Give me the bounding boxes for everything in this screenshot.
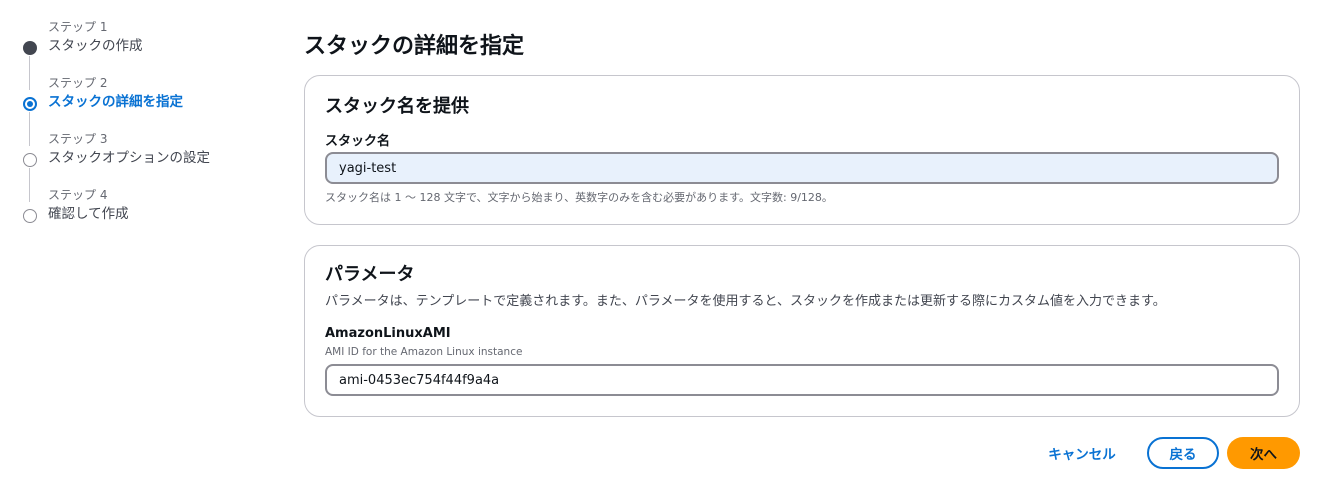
step-1[interactable]: ステップ 1 スタックの作成	[20, 16, 260, 90]
step-complete-icon	[23, 41, 37, 55]
step-number: ステップ 1	[48, 20, 108, 34]
parameters-container: パラメータ パラメータは、テンプレートで定義されます。また、パラメータを使用する…	[304, 245, 1300, 417]
section-title: スタック名を提供	[325, 96, 469, 117]
step-title: スタックオプションの設定	[48, 150, 210, 166]
page: ステップ 1 スタックの作成 ステップ 2 スタックの詳細を指定 ステップ 3 …	[0, 0, 1321, 483]
step-title[interactable]: スタックの作成	[48, 37, 260, 55]
stack-name-input[interactable]	[325, 152, 1279, 184]
stack-name-container: スタック名を提供 スタック名 スタック名は 1 ～ 128 文字で、文字から始ま…	[304, 75, 1300, 225]
step-pending-icon	[23, 153, 37, 167]
step-title: 確認して作成	[48, 206, 129, 222]
parameter-description: AMI ID for the Amazon Linux instance	[325, 346, 523, 358]
cancel-button[interactable]: キャンセル	[1036, 437, 1128, 469]
step-number: ステップ 2	[48, 76, 108, 90]
stack-name-constraint: スタック名は 1 ～ 128 文字で、文字から始まり、英数字のみを含む必要があり…	[325, 191, 833, 204]
section-description: パラメータは、テンプレートで定義されます。また、パラメータを使用すると、スタック…	[325, 294, 1166, 309]
step-4: ステップ 4 確認して作成	[20, 184, 260, 240]
next-button[interactable]: 次へ	[1227, 437, 1300, 469]
back-button[interactable]: 戻る	[1147, 437, 1219, 469]
step-current-icon	[23, 97, 37, 111]
step-2: ステップ 2 スタックの詳細を指定	[20, 72, 260, 146]
page-title: スタックの詳細を指定	[304, 34, 525, 59]
step-3: ステップ 3 スタックオプションの設定	[20, 128, 260, 202]
step-number: ステップ 4	[48, 188, 108, 202]
section-title: パラメータ	[325, 264, 415, 285]
ami-id-input[interactable]	[325, 364, 1279, 396]
step-pending-icon	[23, 209, 37, 223]
step-title: スタックの詳細を指定	[48, 94, 183, 110]
step-number: ステップ 3	[48, 132, 108, 146]
parameter-label: AmazonLinuxAMI	[325, 326, 451, 341]
stack-name-label: スタック名	[325, 134, 391, 149]
wizard-stepper: ステップ 1 スタックの作成 ステップ 2 スタックの詳細を指定 ステップ 3 …	[20, 16, 260, 240]
